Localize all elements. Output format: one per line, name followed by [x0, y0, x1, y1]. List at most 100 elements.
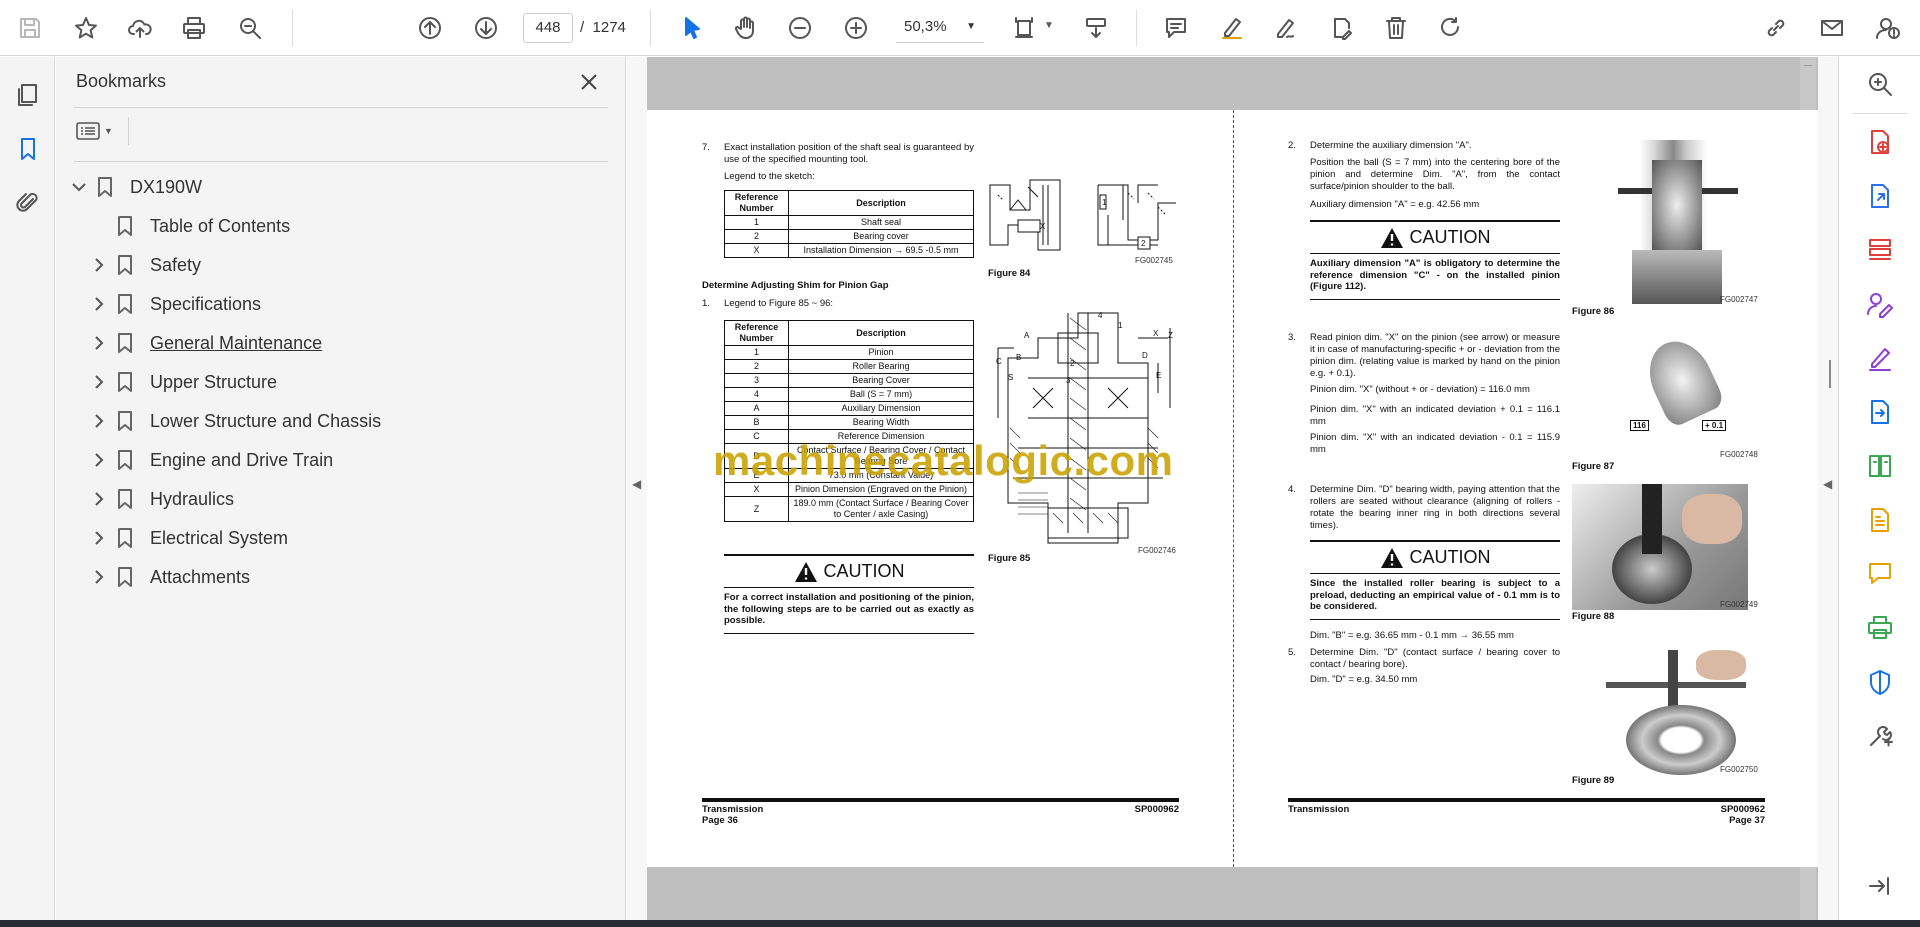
highlight-pen-icon[interactable]: [1212, 8, 1252, 48]
bookmark-item-attachments[interactable]: Attachments: [88, 563, 250, 591]
tag-116: 116: [1630, 420, 1649, 431]
send-for-review-icon[interactable]: [1859, 391, 1901, 433]
bookmark-label: Table of Contents: [150, 215, 291, 236]
svg-text:2: 2: [1070, 359, 1075, 368]
tag-plus-01: + 0.1: [1702, 420, 1727, 431]
print-icon[interactable]: [174, 8, 214, 48]
chevron-right-icon[interactable]: [88, 449, 110, 471]
right-panel-collapse-handle[interactable]: ◀: [1818, 57, 1838, 920]
collapse-left-icon[interactable]: ◀: [632, 477, 641, 491]
panel-title: Bookmarks: [76, 71, 167, 91]
protect-shield-icon[interactable]: [1859, 661, 1901, 703]
print-production-icon[interactable]: [1859, 607, 1901, 649]
chevron-right-icon[interactable]: [88, 254, 110, 276]
caution-title: CAUTION: [823, 561, 905, 581]
step-text: Read pinion dim. "X" on the pinion (see …: [1310, 332, 1560, 379]
zoom-out-icon[interactable]: [780, 8, 820, 48]
redo-rotate-icon[interactable]: [1430, 8, 1470, 48]
step-text: Legend to Figure 85 ~ 96:: [724, 298, 834, 309]
step-text: Determine Dim. "D" bearing width, paying…: [1310, 484, 1560, 531]
figure-caption: Figure 88: [1572, 611, 1615, 622]
figure-caption: Figure 86: [1572, 306, 1615, 317]
zoom-search-icon[interactable]: [1859, 63, 1901, 105]
chevron-right-icon[interactable]: [88, 566, 110, 588]
watermark-text: machinecatalogic.com: [713, 437, 1174, 484]
bookmark-item-specifications[interactable]: Specifications: [88, 290, 261, 318]
chevron-down-icon[interactable]: [68, 176, 90, 198]
bookmark-icon[interactable]: [8, 129, 48, 169]
more-tools-icon[interactable]: [1859, 715, 1901, 757]
close-icon[interactable]: [574, 67, 604, 97]
expand-panel-icon[interactable]: [1859, 865, 1901, 907]
zoom-level-select[interactable]: 50,3% ▼: [896, 13, 984, 43]
chevron-right-icon[interactable]: [88, 332, 110, 354]
organize-pages-icon[interactable]: [1859, 229, 1901, 271]
figure-87-photo: 116 + 0.1: [1612, 330, 1748, 450]
bookmark-label: Hydraulics: [150, 488, 235, 509]
figure-code: FG002748: [1720, 450, 1758, 459]
find-zoom-icon[interactable]: [230, 8, 270, 48]
chevron-right-icon[interactable]: [88, 371, 110, 393]
svg-text:2: 2: [1141, 239, 1146, 248]
share-link-icon[interactable]: [1756, 8, 1796, 48]
fit-page-icon[interactable]: [1006, 8, 1046, 48]
bookmark-item-electrical-system[interactable]: Electrical System: [88, 524, 288, 552]
table-header: Reference Number: [724, 190, 789, 216]
bookmark-root[interactable]: DX190W: [68, 173, 202, 201]
bookmark-item-hydraulics[interactable]: Hydraulics: [88, 485, 234, 513]
bookmark-item-table-of-contents[interactable]: Table of Contents: [116, 212, 290, 240]
compare-files-icon[interactable]: [1859, 445, 1901, 487]
bookmark-item-lower-structure[interactable]: Lower Structure and Chassis: [88, 407, 381, 435]
scan-ocr-icon[interactable]: [1859, 499, 1901, 541]
chevron-right-icon[interactable]: [88, 527, 110, 549]
scroll-mode-icon[interactable]: [1076, 8, 1116, 48]
chevron-right-icon[interactable]: [88, 488, 110, 510]
save-icon[interactable]: [10, 8, 50, 48]
caution-text: For a correct installation and positioni…: [724, 592, 974, 626]
email-icon[interactable]: [1812, 8, 1852, 48]
table-cell: 189.0 mm (Contact Surface / Bearing Cove…: [788, 496, 974, 522]
draw-signature-icon[interactable]: [1266, 8, 1306, 48]
table-cell: A: [724, 401, 789, 416]
delete-trash-icon[interactable]: [1376, 8, 1416, 48]
figure-code: FG002745: [1135, 256, 1173, 265]
create-pdf-icon[interactable]: [1859, 121, 1901, 163]
next-page-icon[interactable]: [466, 8, 506, 48]
table-cell: Pinion: [788, 345, 974, 360]
bookmark-options-button[interactable]: ▼: [76, 117, 122, 145]
page-total-count: 1274: [592, 19, 626, 36]
select-cursor-icon[interactable]: [672, 8, 712, 48]
left-panel-collapse-handle[interactable]: ◀: [627, 57, 647, 920]
footer-page: Page 37: [1729, 815, 1765, 826]
fill-and-sign-icon[interactable]: [1859, 337, 1901, 379]
table-cell: Shaft seal: [788, 215, 974, 230]
edit-text-icon[interactable]: [1322, 8, 1362, 48]
zoom-in-icon[interactable]: [836, 8, 876, 48]
fit-chevron-down-icon[interactable]: ▼: [1044, 20, 1054, 31]
chevron-right-icon[interactable]: [88, 410, 110, 432]
bookmark-item-upper-structure[interactable]: Upper Structure: [88, 368, 277, 396]
reference-table-1: Reference Number Description 1 Shaft seal …: [724, 190, 974, 258]
comment-tool-icon[interactable]: [1859, 553, 1901, 595]
svg-text:1: 1: [1118, 321, 1123, 330]
collapse-right-icon[interactable]: ◀: [1823, 477, 1832, 491]
bookmark-item-general-maintenance[interactable]: General Maintenance: [88, 329, 322, 357]
bookmark-item-engine-drive-train[interactable]: Engine and Drive Train: [88, 446, 333, 474]
splitter-grip[interactable]: [1829, 360, 1831, 388]
page-thumbnails-icon[interactable]: [8, 75, 48, 115]
reference-table-2: Reference Number Description 1 Pinion 2 Rol…: [724, 320, 974, 522]
attachment-paperclip-icon[interactable]: [8, 183, 48, 223]
hand-tool-icon[interactable]: [726, 8, 766, 48]
previous-page-icon[interactable]: [410, 8, 450, 48]
star-icon[interactable]: [66, 8, 106, 48]
zoom-value: 50,3%: [904, 18, 947, 35]
request-signatures-icon[interactable]: [1859, 283, 1901, 325]
chevron-right-icon[interactable]: [88, 293, 110, 315]
upload-cloud-icon[interactable]: [120, 8, 160, 48]
page-number-input[interactable]: 448: [523, 13, 573, 43]
bookmark-item-safety[interactable]: Safety: [88, 251, 201, 279]
figure-code: FG002746: [1138, 546, 1176, 555]
user-account-icon[interactable]: [1868, 8, 1908, 48]
comment-icon[interactable]: [1156, 8, 1196, 48]
export-pdf-icon[interactable]: [1859, 175, 1901, 217]
